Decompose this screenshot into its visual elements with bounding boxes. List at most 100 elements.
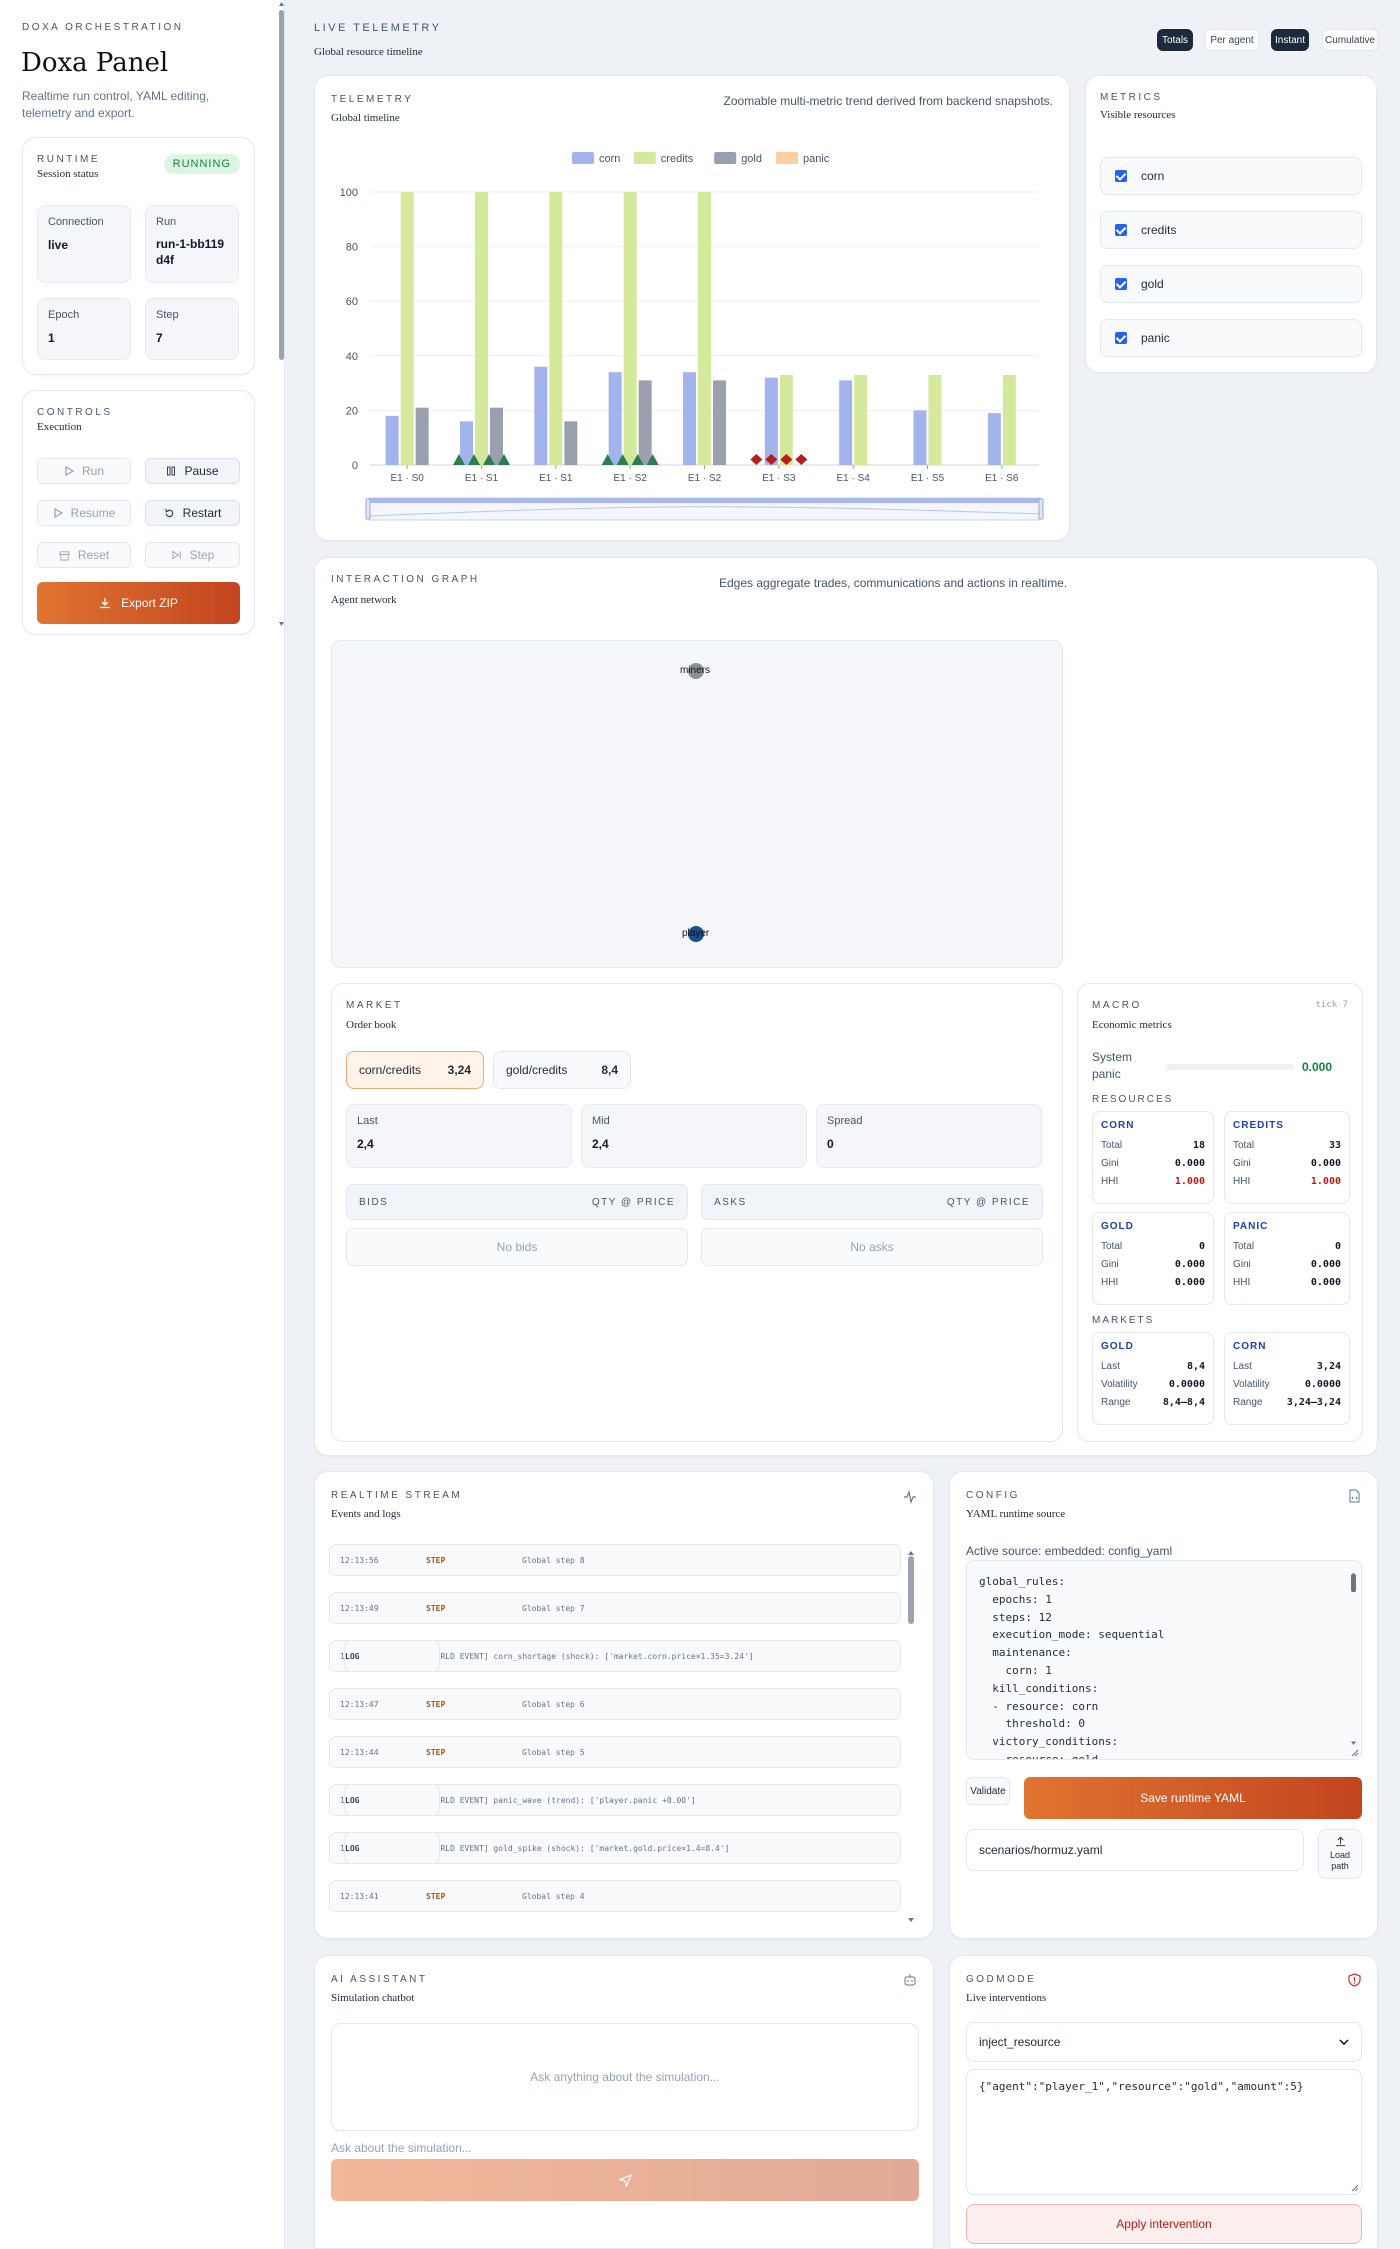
upload-icon — [1335, 1836, 1345, 1847]
gini-value: 0.000 — [1310, 1158, 1341, 1169]
metric-toggle-panic[interactable]: panic — [1100, 319, 1362, 357]
mode-totals-button[interactable]: Totals — [1157, 29, 1193, 51]
zoom-handle-left[interactable] — [365, 498, 371, 520]
metric-toggle-corn[interactable]: corn — [1100, 157, 1362, 195]
bar-credits — [623, 192, 637, 465]
x-tick-label: E1 · S2 — [613, 473, 647, 484]
active-source: Active source: embedded: config_yaml — [966, 1544, 1173, 1558]
checkbox-checked-icon[interactable] — [1115, 170, 1127, 182]
export-zip-button[interactable]: Export ZIP — [37, 582, 240, 624]
range-label: Range — [1101, 1397, 1131, 1408]
send-button[interactable] — [331, 2159, 919, 2201]
pair-gold-credits[interactable]: gold/credits 8,4 — [493, 1051, 631, 1089]
log-message: Global step 4 — [522, 1891, 585, 1901]
resume-button[interactable]: Resume — [37, 500, 131, 526]
log-row: 12:13:56 STEP Global step 8 — [329, 1544, 901, 1576]
resize-handle-icon[interactable] — [1351, 2184, 1359, 2192]
sidebar-scrollbar[interactable] — [278, 0, 285, 630]
metric-toggle-credits[interactable]: credits — [1100, 211, 1362, 249]
checkbox-checked-icon[interactable] — [1115, 224, 1127, 236]
chevron-down-icon — [1339, 2039, 1349, 2046]
spread-label: Spread — [827, 1115, 863, 1127]
log-time: 12:13:56 — [340, 1555, 379, 1565]
stream-scrollbar[interactable] — [907, 1544, 915, 1924]
apply-intervention-button[interactable]: Apply intervention — [966, 2204, 1362, 2244]
zoom-slider-selection[interactable] — [368, 498, 1041, 503]
bar-gold — [490, 407, 503, 465]
x-tick-label: E1 · S5 — [911, 473, 945, 484]
y-tick-label: 0 — [352, 460, 358, 472]
load-path-button[interactable]: Load path — [1318, 1829, 1362, 1879]
mode-cumulative-button[interactable]: Cumulative — [1322, 29, 1378, 51]
checkbox-checked-icon[interactable] — [1115, 278, 1127, 290]
market-name: GOLD — [1101, 1341, 1134, 1352]
runtime-label: RUNTIME — [37, 154, 101, 165]
mode-instant-button[interactable]: Instant — [1271, 29, 1309, 51]
scroll-down-icon[interactable] — [1350, 1740, 1357, 1747]
run-button[interactable]: Run — [37, 458, 131, 484]
restart-button[interactable]: Restart — [145, 500, 240, 526]
y-tick-label: 40 — [346, 351, 358, 363]
bar-corn — [460, 421, 473, 465]
bar-corn — [608, 372, 622, 465]
log-time: 12:13:41 — [340, 1891, 379, 1901]
event-marker-diamond — [795, 454, 808, 465]
path-input[interactable]: scenarios/hormuz.yaml — [966, 1829, 1304, 1871]
scroll-down-icon[interactable] — [278, 620, 285, 628]
market-label: MARKET — [346, 1000, 403, 1011]
volatility-value: 0.0000 — [1304, 1379, 1341, 1390]
scrollbar-thumb[interactable] — [908, 1556, 914, 1624]
resize-handle-icon[interactable] — [1351, 1749, 1359, 1757]
validate-button[interactable]: Validate — [966, 1777, 1010, 1805]
scroll-down-icon[interactable] — [907, 1916, 915, 1924]
x-tick-label: E1 · S2 — [688, 473, 722, 484]
header-eyebrow: LIVE TELEMETRY — [314, 22, 442, 34]
play-icon — [54, 508, 63, 518]
market-subtitle: Order book — [346, 1019, 397, 1031]
yaml-content[interactable]: global_rules: epochs: 1 steps: 12 execut… — [979, 1573, 1164, 1759]
brand-eyebrow: DOXA ORCHESTRATION — [22, 22, 184, 33]
intervention-select[interactable]: inject_resource — [966, 2022, 1362, 2062]
hhi-label: HHI — [1233, 1176, 1251, 1187]
run-button-label: Run — [81, 464, 104, 478]
resource-name: CREDITS — [1233, 1120, 1284, 1131]
payload-text[interactable]: {"agent":"player_1","resource":"gold","a… — [979, 2080, 1304, 2093]
status-badge: RUNNING — [163, 154, 240, 174]
pause-button[interactable]: Pause — [145, 458, 240, 484]
checkbox-checked-icon[interactable] — [1115, 332, 1127, 344]
node-player-label: player — [682, 928, 710, 939]
pair-corn-credits[interactable]: corn/credits 3,24 — [346, 1051, 484, 1089]
scrollbar-thumb[interactable] — [1351, 1574, 1356, 1592]
scrollbar-thumb[interactable] — [279, 10, 284, 360]
config-label: CONFIG — [966, 1490, 1020, 1501]
metric-toggle-gold[interactable]: gold — [1100, 265, 1362, 303]
log-row: 12:13:49 STEP Global step 7 — [329, 1592, 901, 1624]
chat-input[interactable]: Ask about the simulation... — [331, 2141, 472, 2155]
log-message: Global step 6 — [522, 1699, 585, 1709]
hhi-value: 0.000 — [1310, 1277, 1341, 1288]
yaml-editor[interactable]: global_rules: epochs: 1 steps: 12 execut… — [966, 1560, 1362, 1760]
log-message: [WORLD EVENT] corn_shortage (shock): ['m… — [426, 1651, 754, 1661]
assistant-card: AI ASSISTANT Simulation chatbot Ask anyt… — [314, 1955, 934, 2249]
mode-per-agent-button[interactable]: Per agent — [1205, 29, 1259, 51]
step-button[interactable]: Step — [145, 542, 240, 568]
bar-corn — [385, 415, 399, 465]
x-tick-label: E1 · S6 — [985, 473, 1019, 484]
log-type: LOG — [344, 1784, 440, 1816]
save-yaml-button[interactable]: Save runtime YAML — [1024, 1777, 1362, 1819]
telemetry-chart[interactable]: 0 20 40 60 80 100 corn credits gold panic E1 · S0 E… — [315, 76, 1071, 542]
graph-note: Edges aggregate trades, communications a… — [719, 576, 1068, 590]
bids-header: BIDS QTY @ PRICE — [346, 1184, 688, 1220]
intervention-payload[interactable]: {"agent":"player_1","resource":"gold","a… — [966, 2069, 1362, 2195]
metrics-subtitle: Visible resources — [1100, 109, 1176, 121]
app-description: Realtime run control, YAML editing, tele… — [22, 89, 210, 120]
legend-swatch — [776, 152, 798, 164]
total-label: Total — [1233, 1241, 1255, 1252]
yaml-scrollbar[interactable] — [1350, 1565, 1357, 1747]
network-canvas[interactable]: miners player — [331, 640, 1063, 968]
zoom-handle-right[interactable] — [1038, 498, 1044, 520]
scroll-up-icon[interactable] — [278, 0, 285, 8]
reset-button[interactable]: Reset — [37, 542, 131, 568]
log-type: STEP — [426, 1555, 446, 1565]
log-message: Global step 5 — [522, 1747, 585, 1757]
